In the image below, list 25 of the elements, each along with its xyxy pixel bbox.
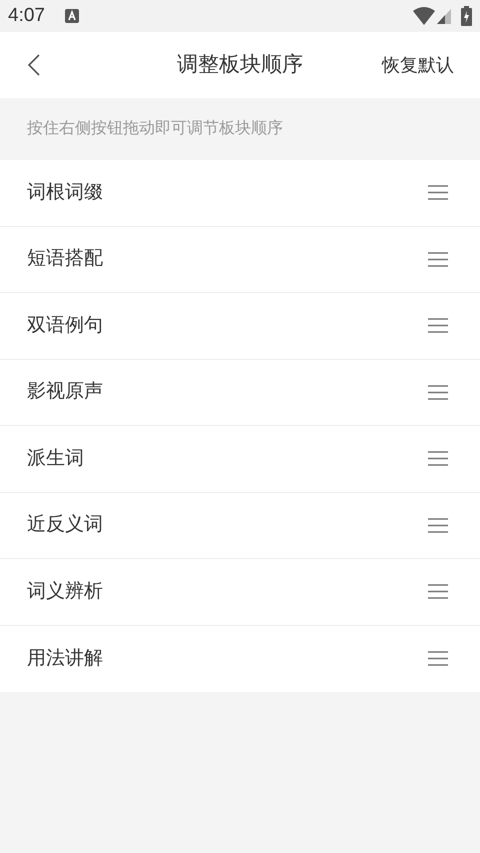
hint-text: 按住右侧按钮拖动即可调节板块顺序	[27, 118, 283, 139]
section-label: 短语搭配	[27, 247, 104, 271]
page-title: 调整板块顺序	[177, 52, 303, 78]
back-icon	[28, 54, 40, 76]
battery-icon	[461, 6, 472, 26]
drag-handle-icon[interactable]	[428, 252, 448, 267]
drag-handle-icon[interactable]	[428, 384, 448, 400]
signal-icon	[437, 8, 451, 24]
drag-handle-icon[interactable]	[428, 185, 448, 200]
restore-default-button[interactable]: 恢复默认	[382, 52, 454, 78]
drag-handle-icon[interactable]	[428, 318, 448, 334]
section-label: 双语例句	[27, 314, 104, 338]
drag-handle-icon[interactable]	[428, 651, 448, 666]
wifi-icon	[413, 7, 435, 25]
section-label: 近反义词	[27, 513, 104, 537]
section-label: 影视原声	[27, 380, 104, 404]
section-label: 词根词缀	[27, 180, 104, 204]
section-label: 词义辨析	[27, 580, 104, 604]
drag-handle-icon[interactable]	[428, 584, 448, 600]
drag-handle-icon[interactable]	[428, 518, 448, 533]
section-label: 用法讲解	[27, 646, 104, 670]
status-time: 4:07	[8, 4, 45, 28]
notification-icon	[64, 9, 79, 23]
section-label: 派生词	[27, 446, 85, 470]
drag-handle-icon[interactable]	[428, 451, 448, 466]
